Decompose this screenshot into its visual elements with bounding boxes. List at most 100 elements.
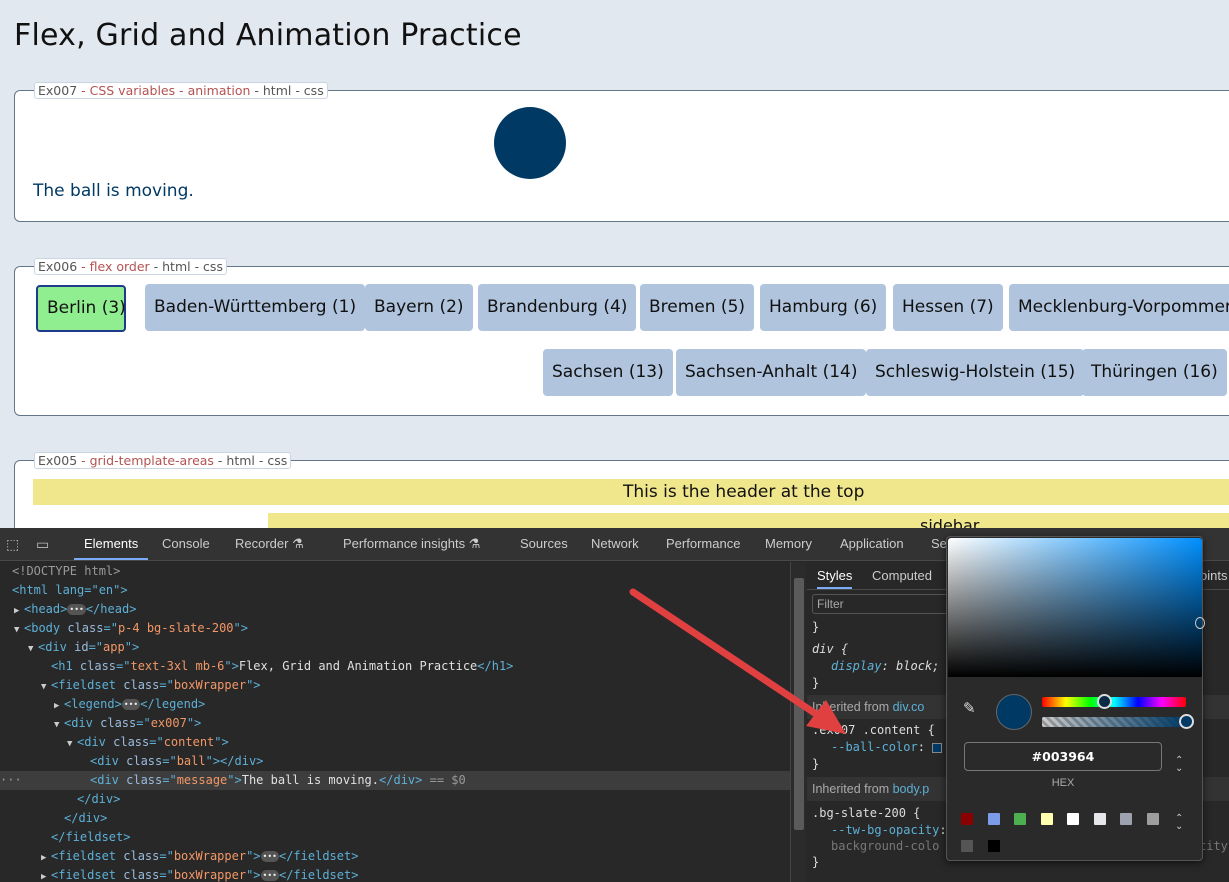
ellipsis-icon[interactable]: •••	[260, 870, 279, 881]
legend-ex005: Ex005 - grid-template-areas - html - css	[34, 452, 292, 469]
expand-arrow-icon[interactable]: ▶	[41, 868, 51, 882]
tw-bg-opacity-declaration[interactable]: --tw-bg-opacity:	[831, 822, 947, 839]
hue-slider[interactable]	[1042, 697, 1186, 707]
ellipsis-icon[interactable]: •••	[67, 604, 86, 615]
dom-fieldset-collapsed[interactable]: ▶ <fieldset class="boxWrapper"> ••• </field…	[41, 866, 358, 882]
tab-performance[interactable]: Performance	[666, 528, 740, 560]
dom-close-div[interactable]: </div>	[64, 809, 107, 828]
state-chip: Brandenburg (4)	[478, 284, 637, 331]
palette-swatch[interactable]	[987, 813, 1000, 825]
palette-swatch[interactable]	[961, 840, 973, 852]
state-chip: Bayern (2)	[365, 284, 473, 331]
div-rule-declaration[interactable]: display: block;	[831, 658, 939, 675]
ex007-content-selector[interactable]: .ex007 .content {	[812, 722, 935, 739]
dom-doctype[interactable]: <!DOCTYPE html>	[12, 562, 120, 581]
tab-network[interactable]: Network	[591, 528, 639, 560]
color-format-label: HEX	[1051, 777, 1075, 789]
hue-slider-handle[interactable]	[1097, 694, 1112, 709]
tab-styles[interactable]: Styles	[817, 562, 853, 589]
dom-tree: <!DOCTYPE html> <html lang="en"> ▶ <head>…	[0, 562, 790, 882]
palette-swatch[interactable]	[1146, 813, 1159, 825]
fieldset-ex005: Ex005 - grid-template-areas - html - css…	[14, 452, 1229, 528]
bg-slate-selector[interactable]: .bg-slate-200 {	[812, 805, 920, 822]
collapse-arrow-icon[interactable]: ▼	[41, 678, 51, 697]
dom-fieldset[interactable]: ▼ <fieldset class="boxWrapper">	[41, 676, 261, 695]
format-toggle-icon[interactable]: ⌃ ⌄	[1175, 756, 1183, 774]
palette-swatch[interactable]	[1014, 813, 1026, 825]
palette-swatch[interactable]	[961, 813, 973, 825]
palette-swatch[interactable]	[1040, 813, 1053, 825]
dom-tree-scrollbar[interactable]	[790, 562, 806, 882]
dom-fieldset-collapsed[interactable]: ▶ <fieldset class="boxWrapper"> ••• </field…	[41, 847, 358, 866]
state-chip: Sachsen (13)	[543, 349, 673, 396]
rule-close-brace: }	[812, 620, 820, 634]
device-toolbar-icon[interactable]: ▭	[36, 536, 52, 552]
dom-head[interactable]: ▶ <head> ••• </head>	[14, 600, 136, 619]
palette-swatch[interactable]	[1067, 813, 1079, 825]
ball-color-declaration[interactable]: --ball-color:	[831, 739, 943, 756]
collapse-arrow-icon[interactable]: ▼	[54, 716, 64, 735]
dom-html[interactable]: <html lang="en">	[12, 581, 128, 600]
background-color-declaration[interactable]: background-colo	[831, 838, 939, 855]
tab-recorder[interactable]: Recorder ⚗	[235, 528, 304, 560]
collapse-arrow-icon[interactable]: ▼	[14, 621, 24, 640]
palette-swatch[interactable]	[1093, 813, 1106, 825]
state-chip: Baden-Württemberg (1)	[145, 284, 366, 331]
ellipsis-icon[interactable]: •••	[260, 851, 279, 862]
tab-console[interactable]: Console	[162, 528, 210, 560]
dom-ball-div[interactable]: <div class="ball"></div>	[90, 752, 263, 771]
dom-message-div-selected[interactable]: ··· <div class="message">The ball is movi…	[0, 771, 790, 790]
dom-h1[interactable]: <h1 class="text-3xl mb-6">Flex, Grid and…	[51, 657, 513, 676]
opacity-tail-text: city	[1199, 839, 1228, 853]
state-chip: Thüringen (16)	[1082, 349, 1227, 396]
dom-ex007-div[interactable]: ▼ <div class="ex007">	[54, 714, 201, 733]
fieldset-ex007: Ex007 - CSS variables - animation - html…	[14, 82, 1229, 222]
dom-legend[interactable]: ▶ <legend> ••• </legend>	[54, 695, 205, 714]
dom-content-div[interactable]: ▼ <div class="content">	[67, 733, 229, 752]
legend-ex006: Ex006 - flex order - html - css	[34, 258, 227, 275]
current-color-swatch	[996, 694, 1032, 730]
page-viewport: Flex, Grid and Animation Practice Ex007 …	[0, 0, 1229, 528]
inherited-link[interactable]: div.co	[893, 700, 925, 714]
alpha-slider-handle[interactable]	[1179, 714, 1194, 729]
legend-ex007: Ex007 - CSS variables - animation - html…	[34, 82, 328, 99]
tab-memory[interactable]: Memory	[765, 528, 812, 560]
tab-elements[interactable]: Elements	[74, 528, 149, 560]
div-rule-selector[interactable]: div {	[812, 641, 848, 658]
palette-swatch[interactable]	[987, 840, 1000, 852]
tab-performance-insights[interactable]: Performance insights ⚗	[343, 528, 480, 560]
dom-app-div[interactable]: ▼ <div id="app">	[28, 638, 139, 657]
color-swatch-icon[interactable]	[932, 742, 943, 753]
dom-close-div[interactable]: </div>	[77, 790, 120, 809]
state-chip: Hamburg (6)	[760, 284, 887, 331]
saturation-handle[interactable]	[1195, 617, 1205, 629]
flask-icon: ⚗	[292, 536, 304, 551]
hex-input[interactable]: #003964	[964, 742, 1162, 771]
dom-close-fieldset[interactable]: </fieldset>	[51, 828, 130, 847]
palette-swatch[interactable]	[1120, 813, 1132, 825]
page-title: Flex, Grid and Animation Practice	[14, 18, 522, 53]
saturation-value-area[interactable]	[948, 538, 1202, 677]
dom-body[interactable]: ▼ <body class="p-4 bg-slate-200">	[14, 619, 248, 638]
scrollbar-thumb[interactable]	[794, 578, 804, 830]
color-picker: ✎ #003964 HEX ⌃ ⌄ ⌃ ⌄	[946, 536, 1205, 861]
tab-computed[interactable]: Computed	[872, 562, 932, 589]
tab-breakpoints[interactable]: oints	[1200, 562, 1227, 589]
palette-toggle-icon[interactable]: ⌃ ⌄	[1175, 814, 1183, 832]
ellipsis-icon[interactable]: •••	[121, 699, 141, 710]
alpha-slider[interactable]	[1042, 717, 1186, 727]
inspect-element-icon[interactable]: ⬚	[6, 536, 22, 552]
grid-sidebar: sidebar	[268, 513, 1229, 528]
flask-icon: ⚗	[468, 536, 481, 551]
state-chip: Schleswig-Holstein (15)	[866, 349, 1085, 396]
tab-sources[interactable]: Sources	[520, 528, 568, 560]
collapse-arrow-icon[interactable]: ▼	[28, 640, 38, 659]
collapse-arrow-icon[interactable]: ▼	[67, 735, 77, 754]
tab-application[interactable]: Application	[840, 528, 904, 560]
eyedropper-icon[interactable]: ✎	[963, 699, 976, 717]
state-chip: Berlin (3)	[36, 285, 126, 332]
tab-security[interactable]: Se	[931, 528, 947, 560]
fieldset-ex006: Ex006 - flex order - html - css Berlin (…	[14, 258, 1229, 416]
state-chip: Hessen (7)	[893, 284, 1003, 331]
inherited-link[interactable]: body.p	[893, 782, 930, 796]
